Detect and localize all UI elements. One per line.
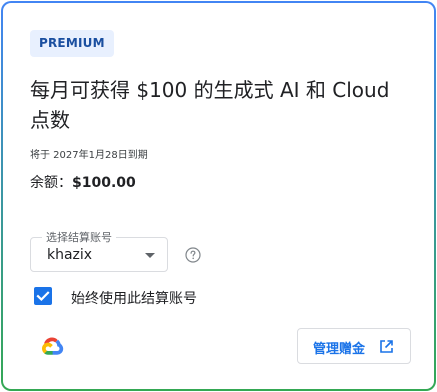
premium-badge: PREMIUM — [30, 30, 114, 57]
balance-amount: $100.00 — [72, 175, 136, 191]
billing-account-select[interactable]: 选择结算账号 khazix — [30, 229, 168, 272]
open-in-new-icon — [380, 340, 393, 353]
always-use-checkbox[interactable] — [34, 287, 52, 305]
billing-account-value: khazix — [47, 247, 93, 263]
checkmark-icon — [36, 291, 50, 302]
credit-card: PREMIUM 每月可获得 $100 的生成式 AI 和 Cloud 点数 将于… — [3, 3, 434, 389]
expiry-text: 将于 2027年1月28日到期 — [30, 150, 148, 161]
help-circle-icon[interactable] — [185, 247, 201, 263]
card-title: 每月可获得 $100 的生成式 AI 和 Cloud 点数 — [30, 78, 390, 132]
balance-row: 余额：$100.00 — [30, 172, 136, 192]
credit-card-frame: PREMIUM 每月可获得 $100 的生成式 AI 和 Cloud 点数 将于… — [1, 1, 436, 391]
manage-credits-label: 管理赠金 — [313, 342, 366, 357]
manage-credits-button[interactable]: 管理赠金 — [297, 328, 411, 364]
dropdown-arrow-icon — [145, 253, 155, 258]
billing-account-label: 选择结算账号 — [42, 229, 116, 245]
google-cloud-logo — [42, 337, 64, 355]
always-use-label[interactable]: 始终使用此结算账号 — [71, 288, 197, 308]
balance-label: 余额： — [30, 175, 72, 191]
